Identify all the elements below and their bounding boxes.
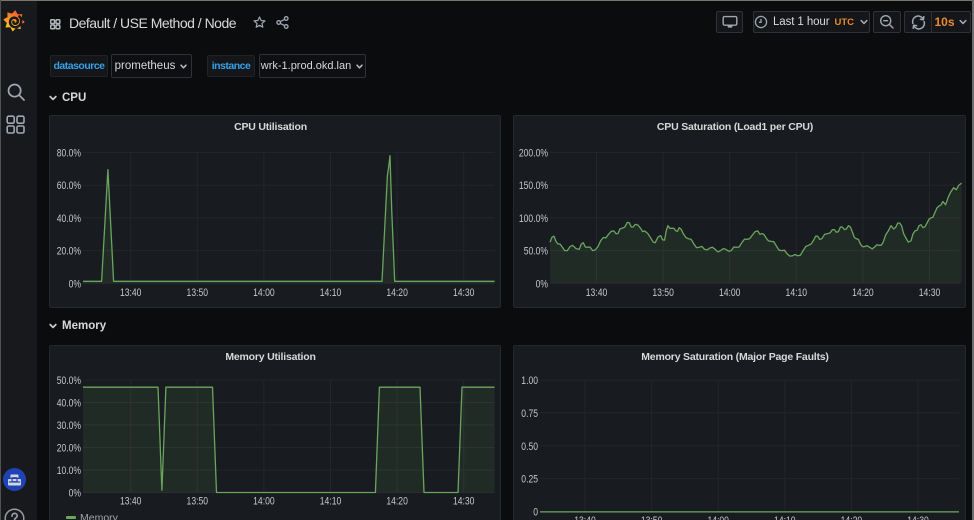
svg-text:40.0%: 40.0% xyxy=(57,213,81,225)
svg-text:10.0%: 10.0% xyxy=(57,465,81,477)
svg-text:50.0%: 50.0% xyxy=(57,375,81,387)
svg-text:0%: 0% xyxy=(69,488,82,500)
svg-text:200.0%: 200.0% xyxy=(519,147,548,159)
svg-text:20.0%: 20.0% xyxy=(57,443,81,455)
svg-text:13:50: 13:50 xyxy=(187,287,209,299)
svg-text:100.0%: 100.0% xyxy=(519,213,548,225)
svg-text:13:40: 13:40 xyxy=(120,496,142,508)
svg-text:80.0%: 80.0% xyxy=(57,147,81,159)
svg-text:0.25: 0.25 xyxy=(521,474,538,486)
svg-text:13:40: 13:40 xyxy=(120,287,142,299)
svg-text:14:20: 14:20 xyxy=(852,287,874,299)
svg-text:0: 0 xyxy=(533,506,538,518)
svg-text:40.0%: 40.0% xyxy=(57,398,81,410)
svg-text:14:20: 14:20 xyxy=(386,496,408,508)
svg-text:50.0%: 50.0% xyxy=(524,246,548,258)
svg-text:0.50: 0.50 xyxy=(521,441,538,453)
svg-text:14:00: 14:00 xyxy=(707,515,729,520)
svg-text:14:30: 14:30 xyxy=(907,515,929,520)
svg-text:0%: 0% xyxy=(69,278,82,290)
svg-text:60.0%: 60.0% xyxy=(57,180,81,192)
svg-text:14:20: 14:20 xyxy=(386,287,408,299)
svg-text:14:30: 14:30 xyxy=(453,287,475,299)
svg-text:13:40: 13:40 xyxy=(574,515,596,520)
svg-text:13:50: 13:50 xyxy=(641,515,663,520)
svg-text:14:00: 14:00 xyxy=(253,496,275,508)
svg-text:13:50: 13:50 xyxy=(187,496,209,508)
svg-text:14:10: 14:10 xyxy=(774,515,796,520)
svg-text:30.0%: 30.0% xyxy=(57,420,81,432)
svg-text:150.0%: 150.0% xyxy=(519,180,548,192)
svg-text:14:30: 14:30 xyxy=(919,287,941,299)
svg-text:14:00: 14:00 xyxy=(253,287,275,299)
svg-text:20.0%: 20.0% xyxy=(57,246,81,258)
svg-text:14:10: 14:10 xyxy=(320,287,342,299)
svg-text:0%: 0% xyxy=(536,278,549,290)
svg-text:1.00: 1.00 xyxy=(521,375,538,387)
svg-text:14:10: 14:10 xyxy=(786,287,808,299)
svg-text:14:00: 14:00 xyxy=(719,287,741,299)
svg-text:13:40: 13:40 xyxy=(586,287,608,299)
svg-text:13:50: 13:50 xyxy=(652,287,674,299)
svg-text:14:30: 14:30 xyxy=(453,496,475,508)
svg-text:14:20: 14:20 xyxy=(841,515,863,520)
svg-text:0.75: 0.75 xyxy=(521,408,538,420)
svg-text:14:10: 14:10 xyxy=(320,496,342,508)
